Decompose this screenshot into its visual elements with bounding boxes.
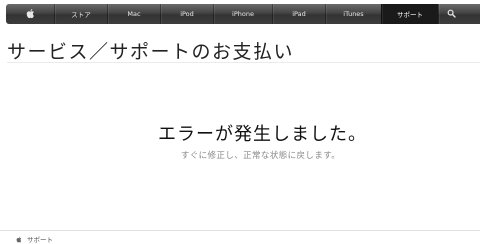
nav-item-label: ストア: [71, 11, 91, 19]
apple-logo-icon: [26, 8, 35, 21]
nav-item-label: サポート: [397, 11, 423, 19]
nav-item-label: iPad: [292, 10, 306, 18]
nav-item-label: iTunes: [343, 10, 364, 18]
nav-search-button[interactable]: [438, 4, 464, 24]
nav-item-label: iPod: [180, 10, 194, 18]
page-title: サービス／サポートのお支払い: [7, 41, 295, 63]
title-divider: [7, 62, 480, 63]
nav-item-mac[interactable]: Mac: [107, 4, 160, 24]
nav-item-label: Mac: [127, 10, 141, 18]
nav-item-support[interactable]: サポート: [381, 4, 438, 24]
global-nav: ストア Mac iPod iPhone iPad iTunes サポート: [6, 4, 480, 24]
nav-item-ipod[interactable]: iPod: [160, 4, 213, 24]
nav-item-label: iPhone: [232, 10, 254, 18]
search-icon: [447, 9, 456, 20]
nav-item-store[interactable]: ストア: [54, 4, 107, 24]
footer-divider: [0, 230, 480, 231]
error-heading: エラーが発生しました。: [158, 124, 367, 145]
nav-item-itunes[interactable]: iTunes: [325, 4, 381, 24]
error-message: すぐに修正し、正常な状態に戻します。: [180, 151, 341, 161]
nav-apple-logo[interactable]: [6, 4, 54, 24]
nav-item-iphone[interactable]: iPhone: [213, 4, 272, 24]
nav-item-ipad[interactable]: iPad: [272, 4, 325, 24]
apple-logo-icon[interactable]: [16, 236, 22, 243]
